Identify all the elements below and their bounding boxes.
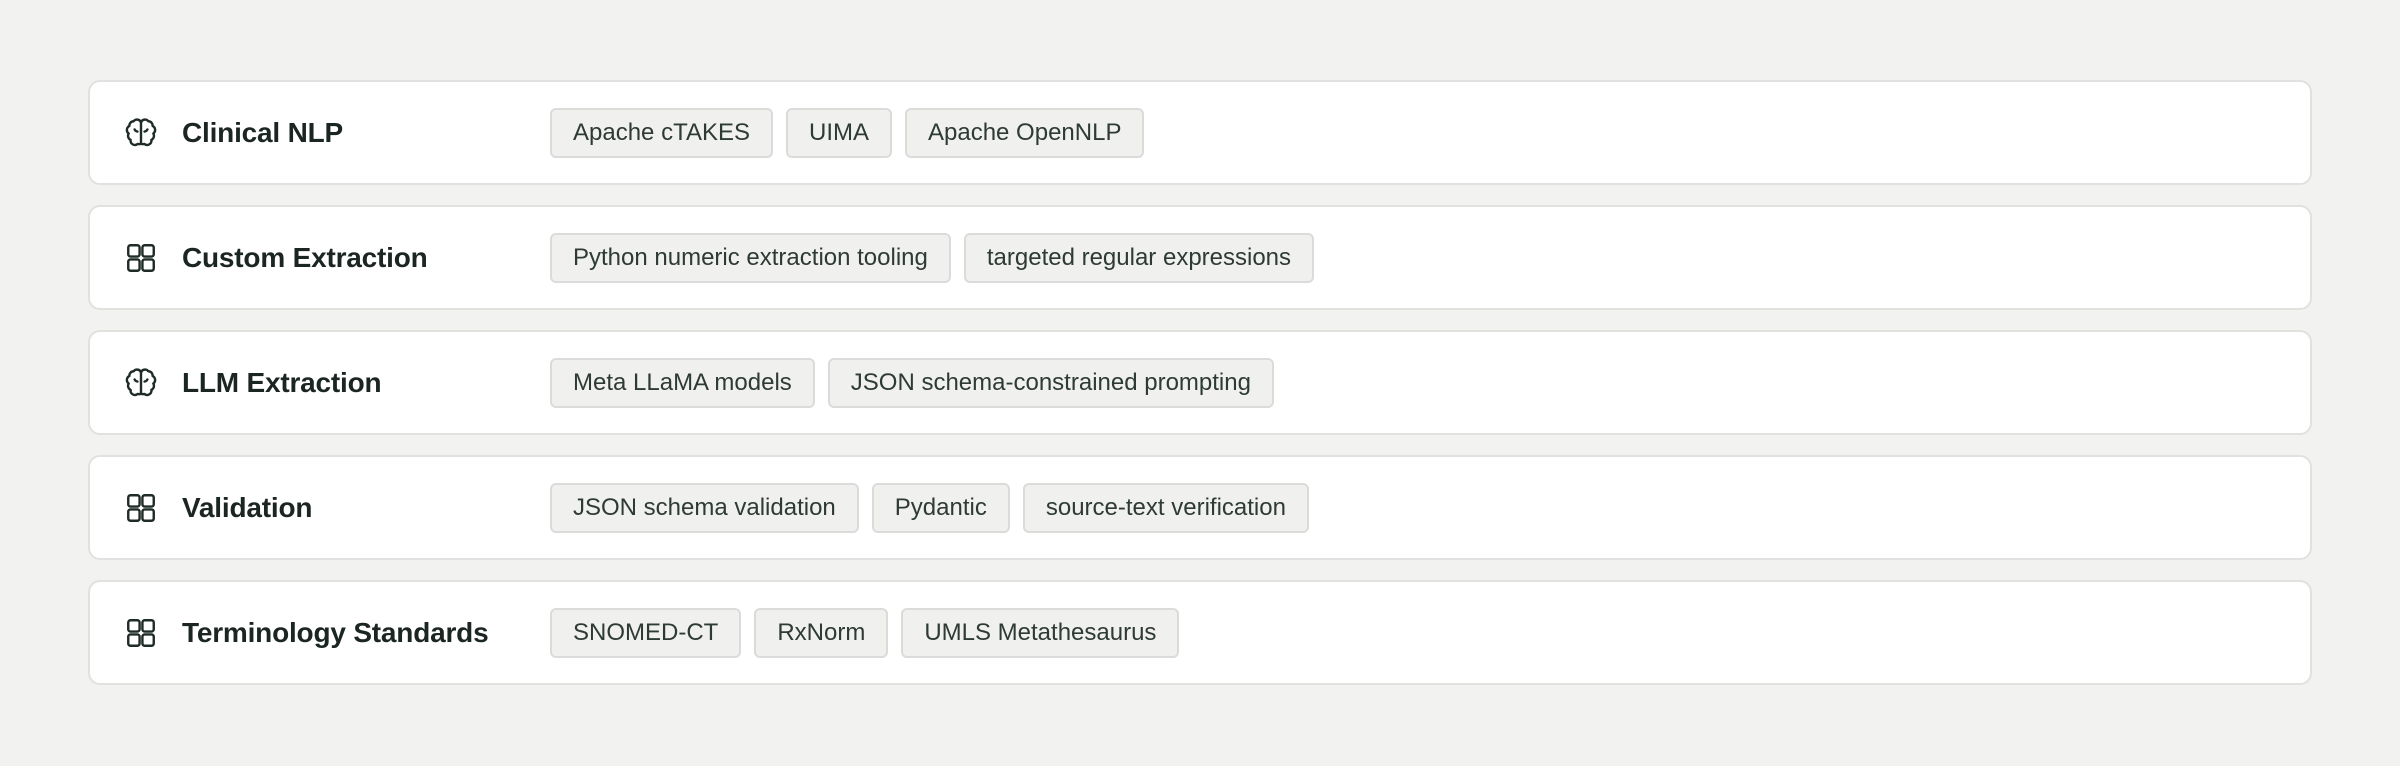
category-header: Terminology Standards (90, 616, 550, 650)
category-row-clinical-nlp: Clinical NLP Apache cTAKES UIMA Apache O… (88, 80, 2312, 185)
tag-list: SNOMED-CT RxNorm UMLS Metathesaurus (550, 607, 1180, 658)
grid-icon (124, 491, 158, 525)
grid-icon (124, 616, 158, 650)
tag-list: JSON schema validation Pydantic source-t… (550, 482, 1309, 533)
grid-icon (124, 241, 158, 275)
tag: source-text verification (1022, 482, 1309, 533)
category-title: Validation (182, 491, 313, 523)
tag: Apache cTAKES (550, 107, 773, 158)
tag: Meta LLaMA models (550, 357, 815, 408)
category-row-validation: Validation JSON schema validation Pydant… (88, 455, 2312, 560)
tag: UMLS Metathesaurus (901, 607, 1180, 658)
category-header: Custom Extraction (90, 241, 550, 275)
tag: Python numeric extraction tooling (550, 232, 951, 283)
category-header: LLM Extraction (90, 366, 550, 400)
tag: Apache OpenNLP (904, 107, 1145, 158)
tag: SNOMED-CT (550, 607, 742, 658)
tag-list: Meta LLaMA models JSON schema-constraine… (550, 357, 1274, 408)
tag: JSON schema validation (550, 482, 859, 533)
tag: Pydantic (871, 482, 1010, 533)
category-header: Clinical NLP (90, 116, 550, 150)
category-row-custom-extraction: Custom Extraction Python numeric extract… (88, 205, 2312, 310)
tech-stack-list: Clinical NLP Apache cTAKES UIMA Apache O… (88, 80, 2312, 685)
tag: targeted regular expressions (963, 232, 1315, 283)
category-header: Validation (90, 491, 550, 525)
category-title: Clinical NLP (182, 116, 343, 148)
tag-list: Python numeric extraction tooling target… (550, 232, 1315, 283)
category-title: Custom Extraction (182, 241, 428, 273)
category-row-terminology-standards: Terminology Standards SNOMED-CT RxNorm U… (88, 580, 2312, 685)
category-title: LLM Extraction (182, 366, 382, 398)
brain-icon (124, 366, 158, 400)
tag: UIMA (785, 107, 892, 158)
category-row-llm-extraction: LLM Extraction Meta LLaMA models JSON sc… (88, 330, 2312, 435)
tag: JSON schema-constrained prompting (827, 357, 1274, 408)
tag-list: Apache cTAKES UIMA Apache OpenNLP (550, 107, 1145, 158)
brain-icon (124, 116, 158, 150)
tag: RxNorm (754, 607, 889, 658)
category-title: Terminology Standards (182, 616, 489, 648)
